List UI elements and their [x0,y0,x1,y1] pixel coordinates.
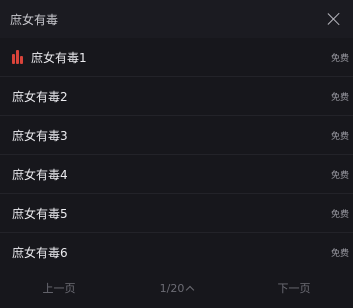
episode-list-panel: 庶女有毒 庶女有毒1 免费 庶女有毒2 免费 庶女有毒3 免费 庶女有毒4 免费… [0,0,353,308]
close-icon[interactable] [327,12,341,26]
episode-item-4[interactable]: 庶女有毒4 免费 [0,155,353,194]
episode-label: 庶女有毒3 [12,128,68,143]
page-selector[interactable]: 1/20 [118,282,235,295]
episode-label: 庶女有毒6 [12,245,68,260]
free-badge: 免费 [330,248,349,259]
panel-title: 庶女有毒 [10,12,59,27]
panel-header: 庶女有毒 [0,0,353,38]
free-badge: 免费 [330,53,349,64]
free-badge: 免费 [330,170,349,181]
free-badge: 免费 [330,92,349,103]
episode-label: 庶女有毒2 [12,89,68,104]
episode-item-2[interactable]: 庶女有毒2 免费 [0,77,353,116]
episode-label: 庶女有毒1 [31,50,87,65]
episode-label: 庶女有毒4 [12,167,68,182]
episode-list: 庶女有毒1 免费 庶女有毒2 免费 庶女有毒3 免费 庶女有毒4 免费 庶女有毒… [0,38,353,272]
episode-item-3[interactable]: 庶女有毒3 免费 [0,116,353,155]
episode-item-6[interactable]: 庶女有毒6 免费 [0,233,353,272]
pagination-bar: 上一页 1/20 下一页 [0,268,353,308]
free-badge: 免费 [330,209,349,220]
page-indicator: 1/20 [159,281,185,295]
chevron-up-icon [186,285,195,294]
episode-label: 庶女有毒5 [12,206,68,221]
prev-page-button[interactable]: 上一页 [0,280,118,296]
free-badge: 免费 [330,131,349,142]
episode-item-5[interactable]: 庶女有毒5 免费 [0,194,353,233]
next-page-button[interactable]: 下一页 [235,280,353,296]
episode-item-1[interactable]: 庶女有毒1 免费 [0,38,353,77]
now-playing-icon [12,50,23,64]
